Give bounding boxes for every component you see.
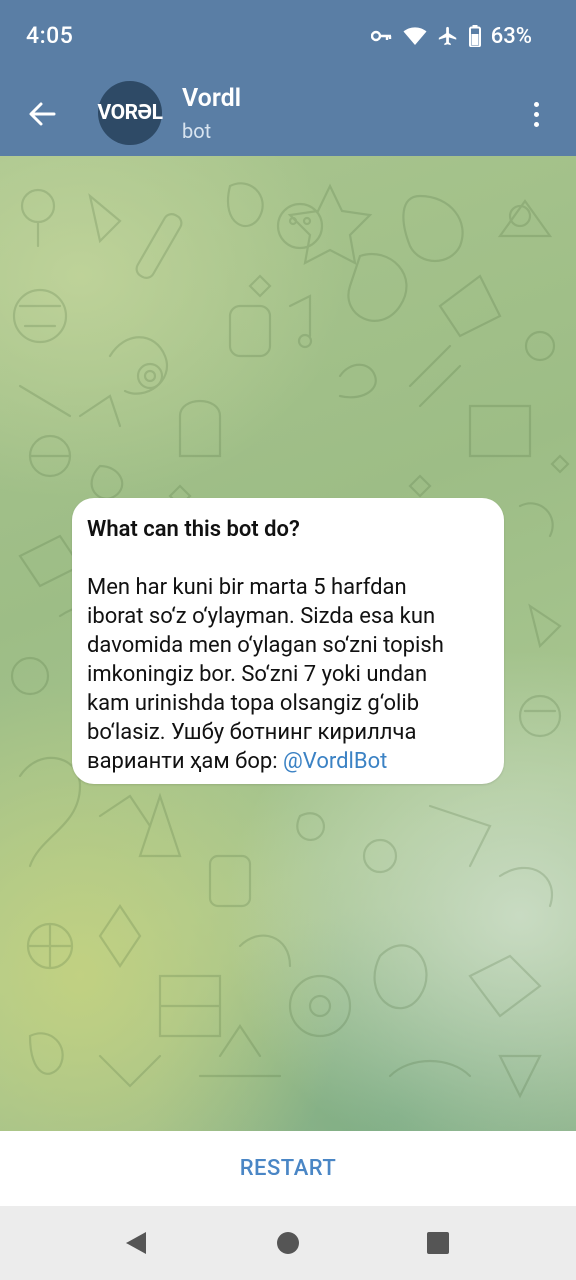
- chat-subtitle: bot: [182, 119, 212, 143]
- more-vert-icon: [533, 101, 539, 107]
- arrow-left-icon: [29, 102, 56, 126]
- chat-background: What can this bot do? Men har kuni bir m…: [0, 156, 576, 1131]
- bottom-action-bar: RESTART: [0, 1131, 576, 1206]
- bot-info-card: What can this bot do? Men har kuni bir m…: [72, 498, 504, 784]
- back-button[interactable]: [22, 94, 62, 134]
- avatar[interactable]: VORƏL: [98, 81, 163, 145]
- chat-title[interactable]: Vordl: [182, 84, 241, 113]
- card-body-text: Men har kuni bir marta 5 harfdan iborat …: [87, 575, 444, 774]
- system-navigation-bar: [0, 1206, 576, 1280]
- card-body: Men har kuni bir marta 5 harfdan iborat …: [87, 573, 488, 776]
- airplane-icon: [438, 26, 457, 46]
- wifi-icon: [403, 27, 427, 45]
- nav-recents-icon[interactable]: [427, 1232, 449, 1254]
- battery-icon: [468, 25, 481, 47]
- nav-home-icon[interactable]: [276, 1231, 300, 1255]
- key-icon: [370, 30, 391, 42]
- battery-percent: 63%: [490, 23, 532, 49]
- card-title: What can this bot do?: [87, 517, 300, 542]
- status-icons: 63%: [370, 22, 532, 50]
- bot-username-link[interactable]: @VordlBot: [283, 749, 387, 774]
- restart-button[interactable]: RESTART: [240, 1156, 337, 1181]
- status-time: 4:05: [26, 22, 74, 49]
- chat-header: VORƏL Vordl bot: [0, 72, 576, 156]
- status-bar: 4:05 63%: [0, 0, 576, 72]
- more-menu-button[interactable]: [518, 94, 554, 134]
- nav-back-icon[interactable]: [124, 1230, 148, 1256]
